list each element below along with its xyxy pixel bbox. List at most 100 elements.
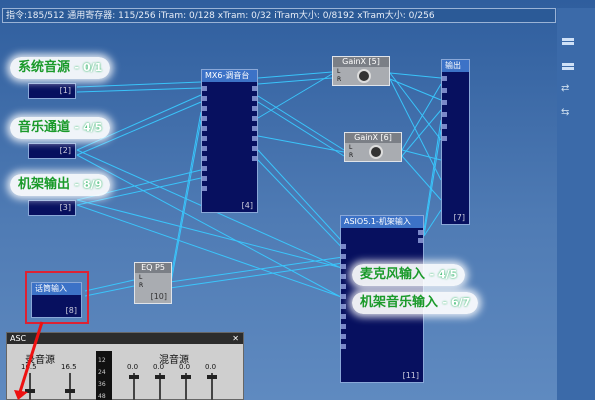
input-pin[interactable] (341, 334, 346, 339)
module-number: [4] (241, 201, 253, 210)
eq-p5-module[interactable]: EQ P5 LR [10] (134, 262, 172, 304)
fader-handle[interactable] (181, 375, 191, 379)
output-pin[interactable] (252, 86, 257, 91)
link-line (257, 71, 333, 79)
input-pin[interactable] (202, 126, 207, 131)
level-meter: 12 24 36 48 (96, 351, 112, 400)
output-pin[interactable] (252, 156, 257, 161)
module-number: [3] (59, 203, 71, 212)
input-pin[interactable] (202, 186, 207, 191)
module-title: 输出 (442, 60, 469, 72)
module-title: 话筒输入 (32, 283, 81, 295)
channel-value: 0.0 (127, 363, 139, 371)
input-pin[interactable] (442, 76, 447, 81)
rack-output-module[interactable]: [3] (28, 200, 76, 216)
input-pin[interactable] (202, 136, 207, 141)
tag-label: 机架音乐输入 (360, 295, 439, 310)
module-number: [8] (65, 306, 77, 315)
link-line (169, 255, 351, 283)
mic-input-module[interactable]: 话筒输入 [8] (31, 282, 82, 318)
module-number: [11] (402, 371, 419, 380)
gain-knob[interactable] (357, 69, 371, 83)
fader-handle[interactable] (207, 375, 217, 379)
link-line (257, 95, 345, 151)
music-channel-module[interactable]: [2] (28, 143, 76, 159)
link-line (76, 204, 351, 301)
output-pin[interactable] (252, 146, 257, 151)
link-line (76, 81, 202, 88)
module-title: GainX [6] (345, 133, 401, 143)
gainx-5-module[interactable]: GainX [5] LR (332, 56, 390, 86)
gainx-6-module[interactable]: GainX [6] LR (344, 132, 402, 162)
system-source-module[interactable]: [1] (28, 83, 76, 99)
meter-tick: 36 (98, 381, 106, 388)
close-icon[interactable]: ✕ (232, 333, 239, 344)
tag-label: 音乐通道 (18, 120, 71, 135)
output-pin[interactable] (252, 136, 257, 141)
input-pin[interactable] (442, 88, 447, 93)
fader-handle[interactable] (65, 389, 75, 393)
module-number: [7] (453, 213, 465, 222)
input-pin[interactable] (202, 106, 207, 111)
input-pin[interactable] (202, 96, 207, 101)
fader-handle[interactable] (129, 375, 139, 379)
meter-tick: 12 (98, 357, 106, 364)
tag-label: 麦克风输入 (360, 267, 426, 282)
input-pin[interactable] (341, 254, 346, 259)
output-pin[interactable] (252, 116, 257, 121)
dsp-editor-canvas: 指令:185/512 通用寄存器: 115/256 iTram: 0/128 x… (0, 0, 595, 400)
output-module[interactable]: 输出 [7] (441, 59, 470, 225)
input-pin[interactable] (341, 324, 346, 329)
output-pin[interactable] (252, 106, 257, 111)
lr-label: LR (139, 274, 144, 289)
input-pin[interactable] (341, 314, 346, 319)
lr-label: LR (337, 68, 342, 83)
tag-rack-output: 机架输出 - 8/9 (10, 174, 111, 196)
link-line (169, 261, 351, 289)
module-number: [2] (59, 146, 71, 155)
input-pin[interactable] (202, 86, 207, 91)
input-pin[interactable] (341, 294, 346, 299)
output-pin[interactable] (418, 230, 423, 235)
fader-track (69, 373, 71, 400)
input-pin[interactable] (202, 116, 207, 121)
input-pin[interactable] (202, 156, 207, 161)
mx6-mixer-module[interactable]: MX6-调音台 [4] (201, 69, 258, 213)
link-line (84, 285, 135, 297)
input-pin[interactable] (442, 124, 447, 129)
input-pin[interactable] (341, 304, 346, 309)
fader-handle[interactable] (155, 375, 165, 379)
input-pin[interactable] (341, 344, 346, 349)
input-pin[interactable] (442, 136, 447, 141)
link-line (401, 155, 442, 201)
input-pin[interactable] (341, 274, 346, 279)
input-pin[interactable] (202, 166, 207, 171)
gain-knob[interactable] (369, 145, 383, 159)
output-pin[interactable] (252, 126, 257, 131)
output-pin[interactable] (252, 96, 257, 101)
meter-tick: 24 (98, 369, 106, 376)
channel-value: 0.0 (205, 363, 217, 371)
input-pin[interactable] (202, 176, 207, 181)
input-pin[interactable] (442, 112, 447, 117)
tag-microphone-input: 麦克风输入 - 4/5 (352, 264, 466, 286)
channel-value: 0.0 (179, 363, 191, 371)
link-line (257, 135, 345, 153)
module-title: GainX [5] (333, 57, 389, 67)
output-pin[interactable] (418, 238, 423, 243)
input-pin[interactable] (341, 244, 346, 249)
input-pin[interactable] (442, 100, 447, 105)
io-label: - 6/7 (442, 296, 471, 309)
input-pin[interactable] (341, 284, 346, 289)
link-line (389, 72, 442, 79)
red-arrow (14, 321, 44, 400)
io-label: - 8/9 (74, 178, 103, 191)
io-label: - 4/5 (429, 268, 458, 281)
input-pin[interactable] (341, 264, 346, 269)
tag-system-source: 系统音源 - 0/1 (10, 57, 111, 79)
input-pin[interactable] (202, 146, 207, 151)
module-title: MX6-调音台 (202, 70, 257, 82)
tag-label: 系统音源 (18, 60, 71, 75)
link-line (257, 149, 351, 251)
io-label: - 0/1 (74, 61, 103, 74)
